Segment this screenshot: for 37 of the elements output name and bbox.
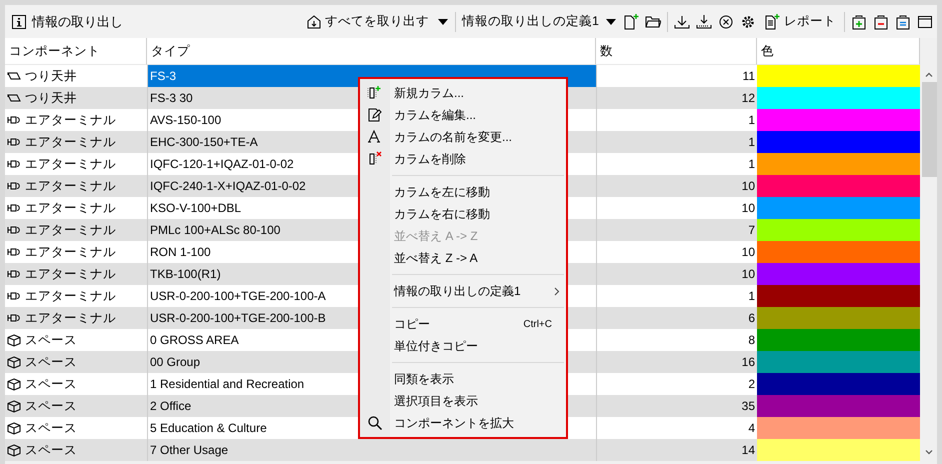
table-cell: 10 (596, 263, 757, 285)
table-cell: 10 (596, 241, 757, 263)
table-cell: つり天井 (25, 90, 77, 106)
table-cell: エアターミナル (25, 222, 116, 238)
panel-title: 情報の取り出し (32, 12, 123, 30)
table-cell: エアターミナル (25, 266, 116, 282)
table-cell: 14 (596, 439, 757, 461)
table-cell: エアターミナル (25, 244, 116, 260)
table-cell: スペース (25, 354, 77, 370)
table-cell: スペース (25, 442, 77, 458)
table-cell: つり天井 (25, 68, 77, 84)
table-cell: エアターミナル (25, 112, 116, 128)
table-cell: スペース (25, 376, 77, 392)
table-cell: 1 (596, 285, 757, 307)
table-cell: 16 (596, 351, 757, 373)
table-cell: 1 (596, 109, 757, 131)
table-cell: エアターミナル (25, 288, 116, 304)
table-cell: エアターミナル (25, 156, 116, 172)
table-cell: 6 (596, 307, 757, 329)
table-cell: 10 (596, 197, 757, 219)
table-cell: エアターミナル (25, 178, 116, 194)
table-cell: 12 (596, 87, 757, 109)
table-cell: エアターミナル (25, 310, 116, 326)
table-cell: スペース (25, 332, 77, 348)
table-cell: 1 (596, 131, 757, 153)
table-cell: 10 (596, 175, 757, 197)
table-cell: 11 (596, 65, 757, 87)
table-cell: 7 (596, 219, 757, 241)
table-cell: エアターミナル (25, 200, 116, 216)
table-cell: エアターミナル (25, 134, 116, 150)
table-cell: 2 (596, 373, 757, 395)
table-cell: 8 (596, 329, 757, 351)
table-cell: 1 (596, 153, 757, 175)
table-cell: スペース (25, 398, 77, 414)
table-cell: スペース (25, 420, 77, 436)
table-cell: 35 (596, 395, 757, 417)
table-cell: 4 (596, 417, 757, 439)
